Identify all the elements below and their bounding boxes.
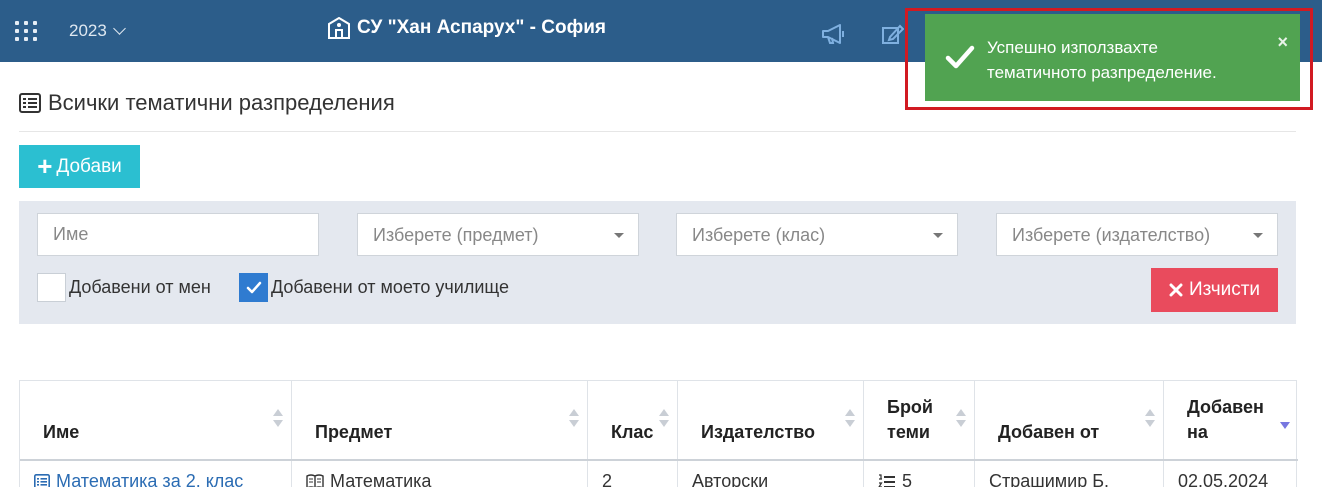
class-select-placeholder: Изберете (клас) (692, 225, 826, 245)
megaphone-icon[interactable] (821, 24, 847, 44)
caret-down-icon (1253, 233, 1263, 238)
added-by-me-label: Добавени от мен (69, 277, 211, 297)
table-cell-class: 2 (588, 461, 678, 487)
subject-select[interactable]: Изберете (предмет) (357, 213, 639, 256)
row-publisher: Авторски (692, 471, 769, 487)
sort-icon (659, 409, 669, 429)
column-header-added-by[interactable]: Добавен от (975, 381, 1164, 459)
clear-button[interactable]: Изчисти (1151, 268, 1278, 312)
book-icon (306, 474, 324, 487)
sort-icon (569, 409, 579, 429)
chevron-down-icon (112, 22, 126, 35)
page-title: Всички тематични разпределения (19, 90, 395, 116)
added-by-school-label: Добавени от моето училище (271, 277, 509, 297)
school-name: СУ "Хан Аспарух" - София (357, 17, 606, 38)
close-icon[interactable]: × (1277, 32, 1288, 53)
publisher-select-placeholder: Изберете (издателство) (1012, 225, 1211, 245)
column-header-label: Брой теми (887, 397, 933, 442)
list-icon (19, 93, 41, 113)
table-cell-added-on: 02.05.2024 (1164, 461, 1298, 487)
school-building-icon (328, 17, 350, 39)
numbered-list-icon (878, 474, 895, 487)
year-value: 2023 (69, 21, 107, 40)
checkmark-icon (945, 45, 975, 69)
table-cell-added-by: Страшимир Б. (975, 461, 1164, 487)
edit-icon[interactable] (882, 24, 904, 44)
column-header-publisher[interactable]: Издателство (678, 381, 864, 459)
distributions-table: Име Предмет Клас Издателство Брой теми Д… (19, 380, 1298, 487)
column-header-label: Предмет (315, 422, 393, 442)
sort-icon (273, 409, 283, 429)
table-cell-publisher: Авторски (678, 461, 864, 487)
column-header-topics[interactable]: Брой теми (864, 381, 975, 459)
column-header-subject[interactable]: Предмет (292, 381, 588, 459)
add-button-label: Добави (56, 155, 122, 177)
row-class: 2 (602, 471, 613, 487)
times-icon (1169, 283, 1183, 297)
page-title-text: Всички тематични разпределения (48, 90, 395, 115)
plus-icon: + (37, 150, 53, 181)
column-header-label: Име (43, 422, 80, 442)
add-button[interactable]: + Добави (19, 145, 140, 188)
filter-panel: Име Изберете (предмет) Изберете (клас) И… (19, 201, 1296, 324)
sort-desc-icon (1280, 409, 1290, 429)
success-toast[interactable]: Успешно използвахте тематичното разпреде… (925, 14, 1300, 101)
added-by-me-checkbox[interactable] (37, 273, 66, 302)
column-header-label: Издателство (701, 422, 815, 442)
list-icon (34, 474, 50, 487)
row-subject: Математика (330, 471, 432, 487)
class-select[interactable]: Изберете (клас) (676, 213, 958, 256)
table-cell-name[interactable]: Математика за 2. клас (20, 461, 292, 487)
row-added-on: 02.05.2024 (1178, 471, 1269, 487)
school-title: СУ "Хан Аспарух" - София (327, 17, 606, 39)
name-input[interactable]: Име (37, 213, 319, 256)
clear-button-label: Изчисти (1188, 279, 1261, 300)
caret-down-icon (933, 233, 943, 238)
apps-grid-icon[interactable] (15, 21, 37, 41)
column-header-added-on[interactable]: Добавен на (1164, 381, 1298, 459)
name-input-placeholder: Име (53, 224, 89, 244)
sort-icon (956, 409, 966, 429)
column-header-label: Клас (611, 422, 654, 442)
row-name-link[interactable]: Математика за 2. клас (56, 471, 243, 487)
column-header-name[interactable]: Име (20, 381, 292, 459)
column-header-label: Добавен на (1187, 397, 1264, 442)
sort-icon (1145, 409, 1155, 429)
caret-down-icon (614, 233, 624, 238)
table-cell-topics: 5 (864, 461, 975, 487)
row-topics: 5 (902, 471, 913, 487)
year-selector[interactable]: 2023 (69, 21, 126, 41)
publisher-select[interactable]: Изберете (издателство) (996, 213, 1278, 256)
column-header-label: Добавен от (998, 422, 1100, 442)
sort-icon (845, 409, 855, 429)
column-header-class[interactable]: Клас (588, 381, 678, 459)
toast-message: Успешно използвахте тематичното разпреде… (987, 38, 1217, 82)
checkmark-icon (246, 281, 262, 294)
subject-select-placeholder: Изберете (предмет) (373, 225, 539, 245)
added-by-school-checkbox[interactable] (239, 273, 268, 302)
title-divider (19, 131, 1296, 132)
table-cell-subject: Математика (292, 461, 588, 487)
row-added-by: Страшимир Б. (989, 471, 1110, 487)
